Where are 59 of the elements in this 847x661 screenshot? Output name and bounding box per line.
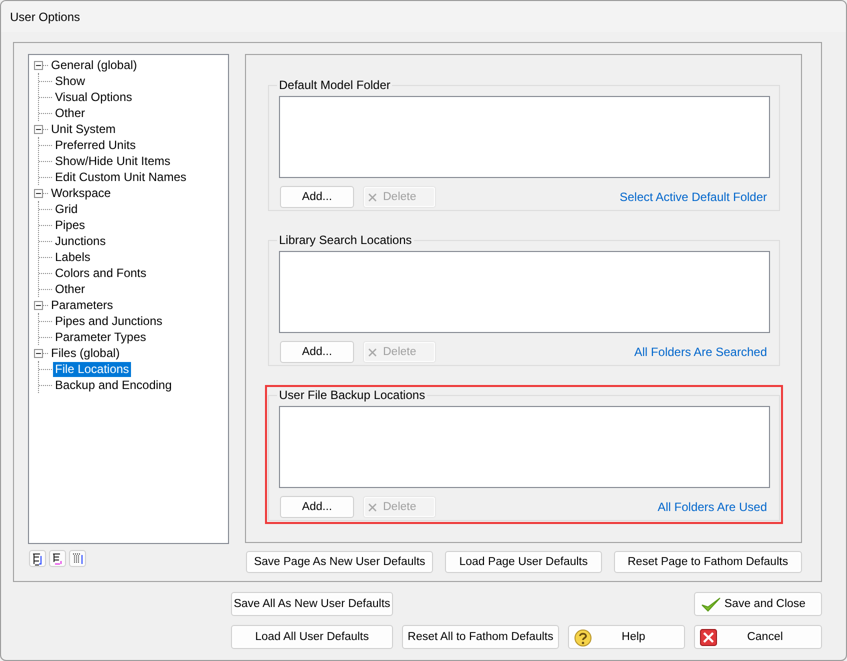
tree-item[interactable]: Junctions — [53, 234, 108, 248]
list-tree-icon — [71, 552, 84, 566]
group-title: User File Backup Locations — [278, 388, 426, 402]
tree-item[interactable]: Preferred Units — [53, 138, 138, 152]
tree-item[interactable]: Visual Options — [53, 90, 134, 104]
tree-item[interactable]: File Locations — [53, 362, 132, 376]
group-title: Library Search Locations — [278, 233, 413, 247]
tree-item[interactable]: Show/Hide Unit Items — [53, 154, 172, 168]
folder-list[interactable] — [279, 251, 770, 333]
link[interactable]: All Folders Are Used — [658, 500, 770, 514]
tree-item[interactable]: Other — [53, 106, 88, 120]
tree-tool-button[interactable] — [69, 550, 86, 567]
tree-item[interactable]: Edit Custom Unit Names — [53, 170, 188, 184]
footer-button[interactable]: Load All User Defaults — [231, 625, 393, 649]
tree-item[interactable]: Files (global) — [49, 346, 122, 360]
folder-list[interactable] — [279, 96, 770, 178]
close-icon — [368, 192, 377, 202]
save-close-button[interactable]: Save and Close — [694, 592, 822, 616]
footer-button[interactable]: Save All As New User Defaults — [231, 592, 393, 616]
add-button[interactable]: Add... — [280, 341, 354, 363]
collapse-icon[interactable] — [34, 60, 43, 70]
tree-item[interactable]: Unit System — [49, 122, 118, 136]
collapse-icon[interactable] — [34, 300, 43, 310]
tree-item[interactable]: Show — [53, 74, 88, 88]
tree-tool-button[interactable] — [29, 550, 46, 567]
page-defaults-button[interactable]: Save Page As New User Defaults — [246, 551, 434, 573]
tree-tool-button[interactable] — [49, 550, 66, 567]
help-button[interactable]: Help — [568, 625, 685, 649]
tree-item[interactable]: Parameter Types — [53, 330, 148, 344]
cancel-icon — [700, 629, 717, 646]
tree-item[interactable]: General (global) — [49, 58, 140, 72]
tree-item[interactable]: Grid — [53, 202, 80, 216]
tree-item[interactable]: Pipes — [53, 218, 88, 232]
tree-item[interactable]: Pipes and Junctions — [53, 314, 164, 328]
tree-item[interactable]: Colors and Fonts — [53, 266, 148, 280]
check-icon — [700, 596, 722, 614]
tree-item[interactable]: Backup and Encoding — [53, 378, 174, 392]
collapse-icon[interactable] — [34, 348, 43, 358]
link[interactable]: Select Active Default Folder — [620, 190, 770, 204]
page-defaults-button[interactable]: Reset Page to Fathom Defaults — [614, 551, 802, 573]
tree-item[interactable]: Parameters — [49, 298, 116, 312]
footer-button[interactable]: Reset All to Fathom Defaults — [402, 625, 559, 649]
link[interactable]: All Folders Are Searched — [634, 345, 770, 359]
group-title: Default Model Folder — [278, 78, 392, 92]
collapse-icon[interactable] — [34, 124, 43, 134]
cancel-button[interactable]: Cancel — [694, 625, 822, 649]
expand-tree-icon — [31, 552, 44, 566]
tree-item[interactable]: Labels — [53, 250, 92, 264]
page-defaults-button[interactable]: Load Page User Defaults — [445, 551, 602, 573]
collapse-icon[interactable] — [34, 188, 43, 198]
help-icon — [574, 629, 592, 647]
add-button[interactable]: Add... — [280, 496, 354, 518]
tree-item[interactable]: Workspace — [49, 186, 113, 200]
close-icon — [368, 502, 377, 512]
close-icon — [368, 348, 377, 356]
tree-item[interactable]: Other — [53, 282, 88, 296]
collapse-tree-icon — [51, 552, 64, 566]
add-button[interactable]: Add... — [280, 186, 354, 208]
folder-list[interactable] — [279, 406, 770, 488]
